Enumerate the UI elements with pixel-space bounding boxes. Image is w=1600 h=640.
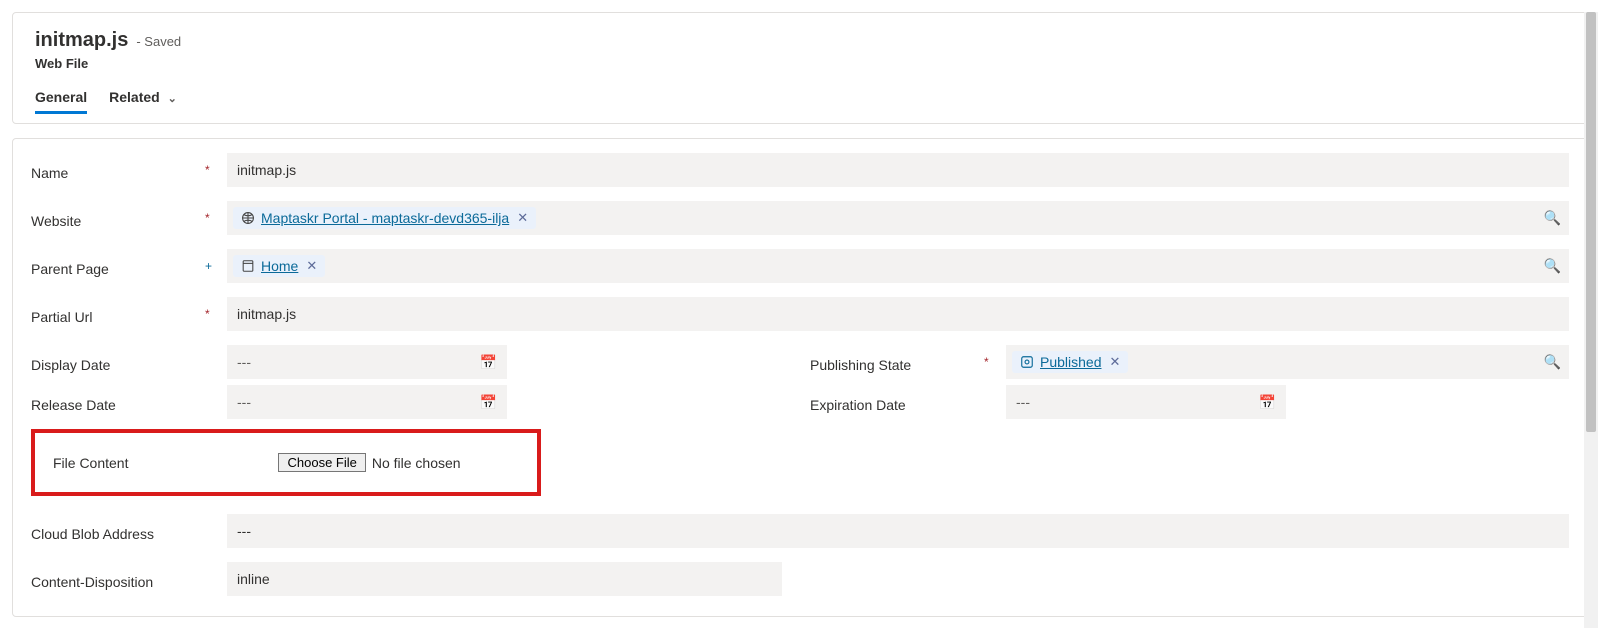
entity-type-label: Web File (35, 56, 1565, 71)
calendar-icon[interactable]: 📅 (1259, 394, 1276, 411)
display-date-value: --- (237, 354, 251, 370)
calendar-icon[interactable]: 📅 (480, 394, 497, 411)
required-indicator: * (205, 307, 223, 321)
search-icon[interactable]: 🔍 (1544, 258, 1561, 275)
website-chip-remove[interactable]: ✕ (515, 210, 528, 226)
tab-strip: General Related ⌄ (35, 89, 1565, 113)
publishing-state-link[interactable]: Published (1040, 354, 1102, 370)
display-date-input[interactable]: --- 📅 (227, 345, 507, 379)
publishing-state-chip: Published ✕ (1012, 351, 1128, 373)
website-chip: Maptaskr Portal - maptaskr-devd365-ilja … (233, 207, 536, 229)
label-name: Name (31, 159, 201, 181)
partial-url-input[interactable] (227, 297, 1569, 331)
label-partial-url: Partial Url (31, 303, 201, 325)
publishing-state-lookup[interactable]: Published ✕ 🔍 (1006, 345, 1569, 379)
publishing-state-chip-remove[interactable]: ✕ (1108, 354, 1121, 370)
expiration-date-value: --- (1016, 394, 1030, 410)
scrollbar-thumb[interactable] (1586, 12, 1596, 432)
website-lookup[interactable]: Maptaskr Portal - maptaskr-devd365-ilja … (227, 201, 1569, 235)
state-icon (1020, 355, 1034, 369)
chevron-down-icon: ⌄ (168, 93, 177, 105)
file-content-highlight-box: File Content Choose File No file chosen (31, 429, 541, 496)
file-content-input[interactable]: Choose File No file chosen (278, 453, 460, 472)
label-content-disposition: Content-Disposition (31, 568, 201, 590)
required-indicator: * (984, 355, 1002, 369)
label-website: Website (31, 207, 201, 229)
website-link[interactable]: Maptaskr Portal - maptaskr-devd365-ilja (261, 210, 509, 226)
label-file-content: File Content (53, 455, 128, 471)
search-icon[interactable]: 🔍 (1544, 210, 1561, 227)
parent-page-chip: Home ✕ (233, 255, 325, 277)
record-header-panel: initmap.js - Saved Web File General Rela… (12, 12, 1588, 124)
label-cloud-blob-address: Cloud Blob Address (31, 520, 201, 542)
label-release-date: Release Date (31, 391, 201, 413)
tab-general-label: General (35, 89, 87, 105)
page-title: initmap.js (35, 29, 128, 52)
form-panel: Name * Website * Maptaskr Portal - mapta… (12, 138, 1588, 617)
name-input[interactable] (227, 153, 1569, 187)
globe-icon (241, 211, 255, 225)
label-parent-page: Parent Page (31, 255, 201, 277)
scrollbar[interactable] (1584, 12, 1598, 628)
parent-page-link[interactable]: Home (261, 258, 298, 274)
parent-page-lookup[interactable]: Home ✕ 🔍 (227, 249, 1569, 283)
page-icon (241, 259, 255, 273)
parent-page-chip-remove[interactable]: ✕ (304, 258, 317, 274)
tab-related[interactable]: Related ⌄ (109, 89, 177, 113)
content-disposition-value: inline (237, 571, 270, 587)
content-disposition-input[interactable]: inline (227, 562, 782, 596)
release-date-value: --- (237, 394, 251, 410)
label-display-date: Display Date (31, 351, 201, 373)
required-indicator: * (205, 163, 223, 177)
save-status: - Saved (136, 34, 181, 49)
tab-related-label: Related (109, 89, 160, 105)
label-publishing-state: Publishing State (810, 351, 980, 373)
release-date-input[interactable]: --- 📅 (227, 385, 507, 419)
expiration-date-input[interactable]: --- 📅 (1006, 385, 1286, 419)
choose-file-button[interactable]: Choose File (278, 453, 365, 472)
label-expiration-date: Expiration Date (810, 391, 980, 413)
required-indicator: * (205, 211, 223, 225)
recommended-indicator: + (205, 259, 223, 273)
cloud-blob-address-input[interactable] (227, 514, 1569, 548)
tab-general[interactable]: General (35, 89, 87, 113)
no-file-chosen-label: No file chosen (372, 455, 461, 471)
calendar-icon[interactable]: 📅 (480, 354, 497, 371)
search-icon[interactable]: 🔍 (1544, 354, 1561, 371)
